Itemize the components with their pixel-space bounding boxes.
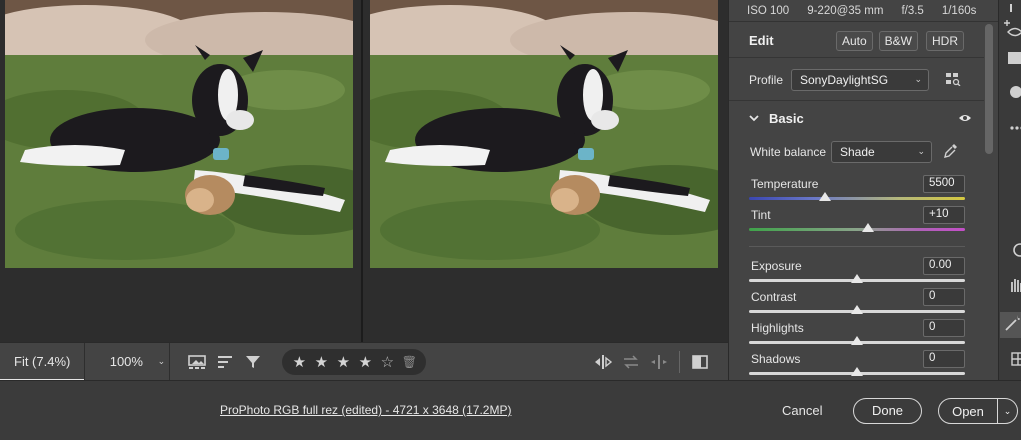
temperature-thumb[interactable] [818, 192, 831, 201]
shadows-thumb[interactable] [851, 367, 863, 376]
before-image[interactable] [5, 0, 353, 268]
profile-label: Profile [749, 73, 784, 87]
add-eye-icon[interactable] [1002, 20, 1021, 40]
tint-thumb[interactable] [861, 223, 874, 232]
after-image[interactable] [370, 0, 718, 268]
chevron-down-icon[interactable]: ⌄ [998, 406, 1017, 417]
shadows-value-field[interactable]: 0 [923, 350, 965, 368]
shadows-label: Shadows [751, 352, 801, 366]
eyedropper-icon[interactable] [944, 143, 958, 162]
done-button[interactable]: Done [853, 398, 922, 424]
camera-metadata: ISO 100 9-220@35 mm f/3.5 1/160s [729, 0, 999, 22]
basic-title: Basic [769, 111, 804, 126]
exposure-slider[interactable]: Exposure 0.00 [749, 257, 965, 291]
preview-area [0, 0, 728, 342]
temperature-slider[interactable]: Temperature 5500 [749, 175, 965, 209]
more-dots-icon[interactable] [1002, 118, 1021, 138]
edit-panel: ISO 100 9-220@35 mm f/3.5 1/160s Edit Au… [728, 0, 999, 380]
eye-icon[interactable] [958, 112, 972, 126]
cancel-button[interactable]: Cancel [782, 403, 822, 418]
white-balance-row: White balance Shade ⌄ [729, 141, 984, 163]
exposure-thumb[interactable] [851, 274, 863, 283]
dog-photo-before [5, 0, 353, 268]
profile-select-value: SonyDaylightSG [800, 73, 889, 87]
hand-icon[interactable] [1002, 274, 1021, 294]
chevron-down-icon[interactable] [749, 113, 759, 125]
hdr-button[interactable]: HDR [926, 30, 964, 51]
tint-track[interactable] [749, 228, 965, 231]
split-divider[interactable] [361, 0, 363, 342]
contrast-value-field[interactable]: 0 [923, 288, 965, 306]
swap-icon[interactable] [617, 348, 645, 376]
temperature-label: Temperature [751, 177, 819, 191]
highlights-thumb[interactable] [851, 336, 863, 345]
toolbar-separator [84, 342, 86, 381]
star-3-icon[interactable]: ★ [334, 353, 352, 371]
edit-title: Edit [749, 33, 774, 48]
exposure-value-field[interactable]: 0.00 [923, 257, 965, 275]
white-balance-value: Shade [840, 145, 875, 159]
aperture-value: f/3.5 [901, 4, 924, 17]
profile-select[interactable]: SonyDaylightSG ⌄ [791, 69, 929, 91]
tool-strip [998, 0, 1021, 380]
open-button-label[interactable]: Open [939, 404, 997, 419]
workflow-options-link[interactable]: ProPhoto RGB full rez (edited) - 4721 x … [220, 403, 511, 417]
temperature-track[interactable] [749, 197, 965, 200]
presets-icon[interactable] [1002, 50, 1021, 70]
white-balance-label: White balance [750, 145, 827, 159]
trash-icon[interactable]: 🗑 [400, 355, 418, 369]
tint-label: Tint [751, 208, 771, 222]
more-tools-icon[interactable] [1002, 2, 1021, 22]
lens-value: 9-220@35 mm [807, 4, 884, 17]
dog-photo-after [370, 0, 718, 268]
basic-section-header[interactable]: Basic [729, 100, 984, 136]
zoom-fit-button[interactable]: Fit (7.4%) [0, 343, 85, 381]
zoom-100-button[interactable]: 100% [99, 343, 153, 381]
split-view-icon[interactable] [686, 348, 714, 376]
tint-value-field[interactable]: +10 [923, 206, 965, 224]
star-1-icon[interactable]: ★ [290, 353, 308, 371]
before-after-icon[interactable] [589, 348, 617, 376]
highlights-value-field[interactable]: 0 [923, 319, 965, 337]
temperature-value-field[interactable]: 5500 [923, 175, 965, 193]
profile-browser-icon[interactable] [945, 72, 961, 89]
profile-row: Profile SonyDaylightSG ⌄ [729, 66, 984, 94]
heal-icon[interactable] [1002, 82, 1021, 102]
iso-value: ISO 100 [747, 4, 790, 17]
sort-icon[interactable] [212, 348, 240, 376]
preview-toolbar: Fit (7.4%) 100% ⌄ ★ ★ ★ ★ ☆ 🗑 [0, 342, 728, 381]
chevron-down-icon: ⌄ [914, 74, 922, 84]
panel-scrollbar[interactable] [985, 24, 993, 154]
white-balance-select[interactable]: Shade ⌄ [831, 141, 932, 163]
exposure-label: Exposure [751, 259, 802, 273]
chevron-down-icon: ⌄ [917, 146, 925, 156]
star-5-icon[interactable]: ☆ [378, 353, 396, 371]
grid-icon[interactable] [1002, 350, 1021, 370]
tint-slider[interactable]: Tint +10 [749, 206, 965, 240]
open-button[interactable]: Open ⌄ [938, 398, 1018, 424]
filmstrip-icon[interactable] [184, 348, 212, 376]
bw-button[interactable]: B&W [878, 30, 918, 51]
filter-icon[interactable] [240, 348, 268, 376]
auto-button[interactable]: Auto [835, 30, 873, 51]
section-divider [749, 246, 965, 247]
shutter-value: 1/160s [941, 4, 977, 17]
copy-settings-icon[interactable] [645, 348, 673, 376]
zoom-dropdown-chevron-icon[interactable]: ⌄ [153, 348, 169, 376]
star-2-icon[interactable]: ★ [312, 353, 330, 371]
dialog-footer: ProPhoto RGB full rez (edited) - 4721 x … [0, 380, 1021, 440]
rating-stars[interactable]: ★ ★ ★ ★ ☆ 🗑 [282, 348, 427, 375]
edit-header: Edit Auto B&W HDR [729, 24, 984, 58]
zoom-tool-icon[interactable] [1002, 240, 1021, 260]
contrast-thumb[interactable] [851, 305, 863, 314]
star-4-icon[interactable]: ★ [356, 353, 374, 371]
toolbar-separator [169, 342, 171, 381]
magic-wand-icon[interactable] [1000, 312, 1021, 338]
highlights-slider[interactable]: Highlights 0 [749, 319, 965, 353]
highlights-label: Highlights [751, 321, 804, 335]
contrast-label: Contrast [751, 290, 797, 304]
contrast-slider[interactable]: Contrast 0 [749, 288, 965, 322]
toolbar-separator [679, 350, 680, 373]
